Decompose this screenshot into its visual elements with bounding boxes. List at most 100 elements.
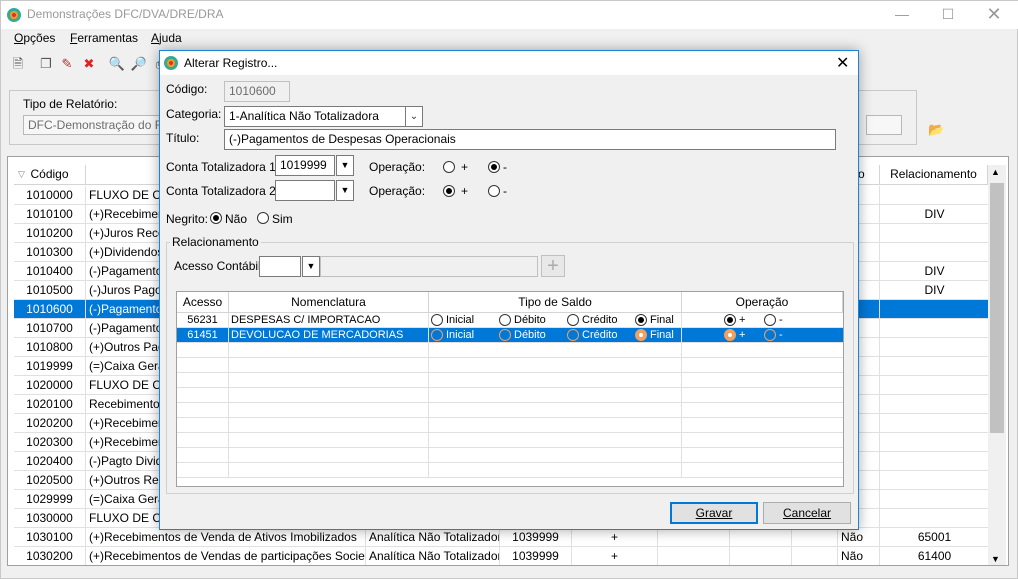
op1-minus-radio[interactable] xyxy=(488,161,500,173)
ct1-dropdown-icon[interactable]: ▼ xyxy=(336,155,354,176)
saldo-radio-final[interactable] xyxy=(635,329,647,341)
nomenclatura-cell xyxy=(229,358,429,373)
saldo-label: Inicial xyxy=(446,329,475,341)
operacao-radio-plus[interactable] xyxy=(724,314,736,326)
op2-minus-radio[interactable] xyxy=(488,185,500,197)
relacionamento-row[interactable] xyxy=(177,388,843,403)
table-cell xyxy=(658,528,730,547)
saldo-radio-débito[interactable] xyxy=(499,314,511,326)
saldo-radio-crédito[interactable] xyxy=(567,314,579,326)
table-cell xyxy=(792,547,838,565)
table-cell: DIV xyxy=(880,205,990,224)
filter-icon[interactable]: 📂 xyxy=(928,122,948,138)
cancelar-button[interactable]: Cancelar xyxy=(763,502,851,524)
table-cell: 1010100 xyxy=(14,205,86,224)
table-cell: Não xyxy=(838,547,880,565)
acesso-cell xyxy=(177,448,229,463)
negrito-nao-label: Não xyxy=(225,212,248,226)
saldo-radio-crédito[interactable] xyxy=(567,329,579,341)
relacionamento-row[interactable]: 56231 DESPESAS C/ IMPORTACAO Inicial Débito… xyxy=(177,313,843,328)
saldo-radio-final[interactable] xyxy=(635,314,647,326)
saldo-radio-inicial[interactable] xyxy=(431,314,443,326)
relacionamento-row[interactable] xyxy=(177,463,843,478)
new-icon[interactable]: 🗎 xyxy=(9,55,27,73)
operacao-radio-minus[interactable] xyxy=(764,314,776,326)
operacao-label: + xyxy=(739,314,746,326)
table-row[interactable]: 1030100 (+)Recebimentos de Venda de Ativo… xyxy=(14,528,990,547)
grid-scrollbar[interactable]: ▲ ▼ xyxy=(988,165,1006,565)
saldo-radio-inicial[interactable] xyxy=(431,329,443,341)
negrito-nao-radio[interactable] xyxy=(210,212,222,224)
op1-plus-radio[interactable] xyxy=(443,161,455,173)
codigo-field[interactable]: 1010600 xyxy=(224,81,290,102)
categoria-chevron-icon[interactable]: ⌄ xyxy=(405,106,423,127)
maximize-button[interactable]: ☐ xyxy=(925,1,971,29)
negrito-sim-radio[interactable] xyxy=(257,212,269,224)
table-cell xyxy=(880,471,990,490)
gravar-button[interactable]: Gravar xyxy=(670,502,758,524)
categoria-select[interactable]: 1-Analítica Não Totalizadora xyxy=(224,106,408,127)
scroll-down-icon[interactable]: ▼ xyxy=(991,554,1000,564)
report-type-field[interactable]: DFC-Demonstração do Fluxo xyxy=(23,115,163,135)
table-cell xyxy=(880,376,990,395)
ct2-input[interactable] xyxy=(275,180,335,201)
saldo-radio-débito[interactable] xyxy=(499,329,511,341)
acesso-cell: 61451 xyxy=(177,328,229,343)
relacionamento-row[interactable] xyxy=(177,373,843,388)
nomenclatura-cell xyxy=(229,343,429,358)
op2-plus-radio[interactable] xyxy=(443,185,455,197)
operacao-radio-plus[interactable] xyxy=(724,329,736,341)
ct1-input[interactable]: 1019999 xyxy=(275,155,335,176)
col-nomenclatura-header[interactable]: Nomenclatura xyxy=(229,292,429,313)
dialog-title-bar: Alterar Registro... ✕ xyxy=(160,51,858,75)
add-icon[interactable]: + xyxy=(541,255,565,277)
relacionamento-row[interactable] xyxy=(177,343,843,358)
report-type-label: Tipo de Relatório: xyxy=(23,97,118,111)
relacionamento-row[interactable] xyxy=(177,418,843,433)
search-next-icon[interactable]: 🔎 xyxy=(130,55,148,73)
col-codigo-header[interactable]: ▽ Código xyxy=(14,165,86,185)
dialog-close-icon[interactable]: ✕ xyxy=(836,53,849,73)
table-cell: 65001 xyxy=(880,528,990,547)
operacao-cell xyxy=(682,388,843,403)
op2-label: Operação: xyxy=(369,184,426,198)
acesso-contabil-input[interactable] xyxy=(259,256,301,277)
titulo-input[interactable]: (-)Pagamentos de Despesas Operacionais xyxy=(224,129,836,150)
col-acesso-header[interactable]: Acesso xyxy=(177,292,229,313)
op2-minus-label: - xyxy=(503,184,507,198)
ct2-dropdown-icon[interactable]: ▼ xyxy=(336,180,354,201)
scroll-thumb[interactable] xyxy=(990,183,1004,433)
table-cell: 1010700 xyxy=(14,319,86,338)
tipo-saldo-cell xyxy=(429,448,682,463)
relacionamento-row[interactable] xyxy=(177,358,843,373)
operacao-cell xyxy=(682,403,843,418)
window-title: Demonstrações DFC/DVA/DRE/DRA xyxy=(27,7,224,21)
table-cell xyxy=(880,509,990,528)
acesso-dropdown-icon[interactable]: ▼ xyxy=(302,256,320,277)
copy-icon[interactable]: ❐ xyxy=(37,55,55,73)
menu-ferramentas[interactable]: Ferramentas xyxy=(70,31,138,45)
scroll-up-icon[interactable]: ▲ xyxy=(991,167,1000,177)
categoria-label: Categoria: xyxy=(166,107,222,121)
table-cell: 1020100 xyxy=(14,395,86,414)
edit-icon[interactable]: ✎ xyxy=(58,55,76,73)
close-button[interactable]: ✕ xyxy=(971,1,1017,29)
minimize-button[interactable]: — xyxy=(879,1,925,29)
table-row[interactable]: 1030200 (+)Recebimentos de Vendas de part… xyxy=(14,547,990,565)
col-operacao-header[interactable]: Operação xyxy=(682,292,843,313)
relacionamento-row[interactable] xyxy=(177,403,843,418)
saldo-label: Débito xyxy=(514,314,546,326)
relacionamento-row[interactable] xyxy=(177,433,843,448)
delete-icon[interactable]: ✖ xyxy=(80,55,98,73)
relacionamento-row[interactable] xyxy=(177,448,843,463)
table-cell: 1039999 xyxy=(500,547,572,565)
relacionamento-row[interactable]: 61451 DEVOLUCAO DE MERCADORIAS Inicial Débi… xyxy=(177,328,843,343)
report-extra-field[interactable] xyxy=(866,115,902,135)
table-cell: 1010600 xyxy=(14,300,86,319)
menu-ajuda[interactable]: Ajuda xyxy=(151,31,182,45)
operacao-radio-minus[interactable] xyxy=(764,329,776,341)
col-relacionamento-header[interactable]: Relacionamento xyxy=(880,165,988,185)
search-icon[interactable]: 🔍 xyxy=(108,55,126,73)
col-tipo-saldo-header[interactable]: Tipo de Saldo xyxy=(429,292,682,313)
menu-opcoes[interactable]: Opções xyxy=(14,31,55,45)
